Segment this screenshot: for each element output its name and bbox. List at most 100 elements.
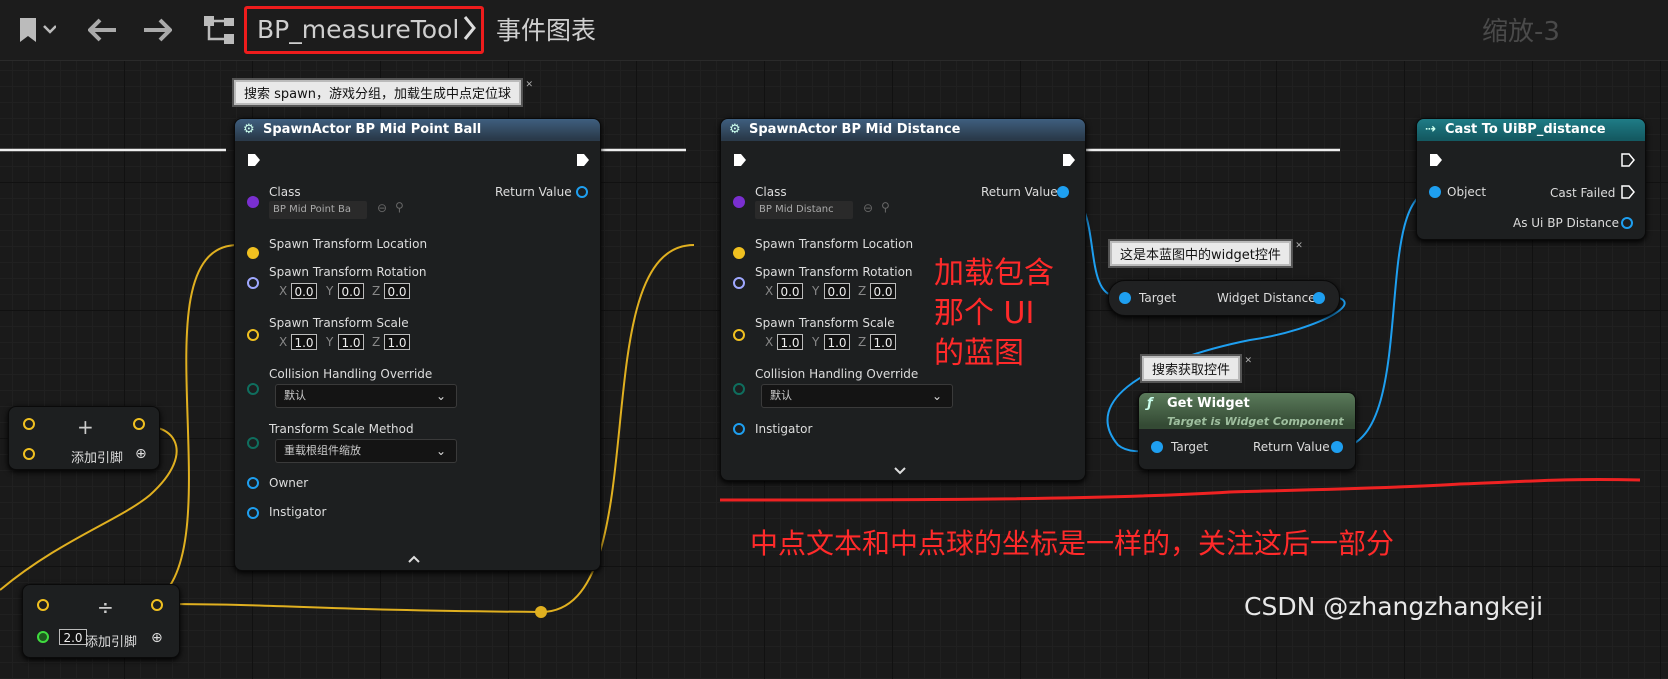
class-dropdown[interactable]: BP Mid Point Ba bbox=[269, 201, 367, 219]
target-pin[interactable] bbox=[1151, 441, 1163, 453]
node-title: SpawnActor BP Mid Distance bbox=[749, 122, 961, 137]
chevron-down-icon: ⌄ bbox=[435, 444, 446, 458]
add-input-b-pin[interactable] bbox=[23, 448, 35, 460]
instigator-pin[interactable] bbox=[733, 423, 745, 435]
rotation-z-input[interactable]: 0.0 bbox=[384, 283, 410, 299]
return-value-pin[interactable] bbox=[1057, 186, 1069, 198]
rotation-label: Spawn Transform Rotation bbox=[269, 265, 427, 279]
target-pin[interactable] bbox=[1119, 292, 1131, 304]
axis-x: X bbox=[279, 284, 288, 298]
add-pin-label[interactable]: 添加引脚 bbox=[85, 631, 137, 650]
divide-input-a-pin[interactable] bbox=[37, 599, 49, 611]
scale-z-input[interactable]: 1.0 bbox=[870, 334, 896, 350]
instigator-pin[interactable] bbox=[247, 507, 259, 519]
location-pin[interactable] bbox=[733, 247, 745, 259]
chevron-down-icon: ⌄ bbox=[435, 389, 446, 403]
rotation-x-input[interactable]: 0.0 bbox=[291, 283, 317, 299]
return-value-pin[interactable] bbox=[1331, 441, 1343, 453]
rotation-x-input[interactable]: 0.0 bbox=[777, 283, 803, 299]
scale-y-input[interactable]: 1.0 bbox=[824, 334, 850, 350]
collision-pin[interactable] bbox=[247, 383, 259, 395]
comment-widget-note[interactable]: 这是本蓝图中的widget控件 ✕ bbox=[1110, 241, 1303, 266]
comment-get-widget-note[interactable]: 搜索获取控件 ✕ bbox=[1142, 356, 1252, 381]
collision-pin[interactable] bbox=[733, 383, 745, 395]
rotation-pin[interactable] bbox=[733, 277, 745, 289]
as-result-pin[interactable] bbox=[1621, 217, 1633, 229]
csdn-watermark: CSDN @zhangzhangkeji bbox=[1244, 592, 1544, 621]
scale-method-value: 重载根组件缩放 bbox=[284, 444, 361, 457]
comment-spawn-note[interactable]: 搜索 spawn，游戏分组，加载生成中点定位球 ✕ bbox=[234, 80, 533, 105]
collapse-chevron-up-icon[interactable] bbox=[407, 549, 421, 568]
divide-value-input[interactable]: 2.0 bbox=[59, 629, 87, 645]
divide-output-pin[interactable] bbox=[151, 599, 163, 611]
scale-method-dropdown[interactable]: 重载根组件缩放 ⌄ bbox=[275, 439, 457, 463]
comment-collapse-icon[interactable]: ✕ bbox=[1295, 241, 1303, 251]
axis-y: Y bbox=[812, 284, 820, 298]
node-header[interactable]: ⇢ Cast To UiBP_distance bbox=[1417, 119, 1645, 141]
add-output-pin[interactable] bbox=[133, 418, 145, 430]
node-spawnactor-midpoint-ball[interactable]: ⚙ SpawnActor BP Mid Point Ball Class BP … bbox=[234, 118, 601, 571]
rotation-z-input[interactable]: 0.0 bbox=[870, 283, 896, 299]
add-symbol: + bbox=[77, 415, 94, 439]
add-pin-plus-icon[interactable]: ⊕ bbox=[135, 446, 147, 462]
scale-y-input[interactable]: 1.0 bbox=[338, 334, 364, 350]
spawn-actor-icon: ⚙ bbox=[243, 122, 255, 137]
owner-pin[interactable] bbox=[247, 477, 259, 489]
location-pin[interactable] bbox=[247, 247, 259, 259]
expand-chevron-down-icon[interactable] bbox=[893, 461, 907, 480]
node-get-widget[interactable]: ƒ Get Widget Target is Widget Component … bbox=[1138, 392, 1356, 470]
node-divide[interactable]: ÷ 2.0 添加引脚 ⊕ bbox=[22, 584, 180, 658]
object-pin[interactable] bbox=[1429, 186, 1441, 198]
rotation-y-input[interactable]: 0.0 bbox=[338, 283, 364, 299]
add-input-a-pin[interactable] bbox=[23, 418, 35, 430]
node-title: Get Widget bbox=[1167, 396, 1250, 411]
node-header[interactable]: ⚙ SpawnActor BP Mid Distance bbox=[721, 119, 1085, 141]
scale-method-label: Transform Scale Method bbox=[269, 422, 414, 436]
node-widget-distance-getter[interactable]: Target Widget Distance bbox=[1108, 280, 1340, 316]
comment-collapse-icon[interactable]: ✕ bbox=[525, 80, 533, 90]
node-title: Cast To UiBP_distance bbox=[1445, 122, 1606, 137]
node-header[interactable]: ƒ Get Widget Target is Widget Component bbox=[1139, 393, 1355, 429]
browse-arrow-icon[interactable]: ⊖ bbox=[863, 201, 873, 215]
rotation-pin[interactable] bbox=[247, 277, 259, 289]
axis-z: Z bbox=[372, 335, 381, 349]
spawn-actor-icon: ⚙ bbox=[729, 122, 741, 137]
search-icon[interactable]: ⚲ bbox=[881, 200, 890, 214]
return-value-label: Return Value bbox=[981, 185, 1058, 199]
node-cast-to-uibp-distance[interactable]: ⇢ Cast To UiBP_distance Object Cast Fail… bbox=[1416, 118, 1646, 240]
add-pin-label[interactable]: 添加引脚 bbox=[71, 447, 123, 466]
scale-x-input[interactable]: 1.0 bbox=[291, 334, 317, 350]
browse-arrow-icon[interactable]: ⊖ bbox=[377, 201, 387, 215]
collision-dropdown[interactable]: 默认 ⌄ bbox=[275, 384, 457, 408]
comment-collapse-icon[interactable]: ✕ bbox=[1244, 356, 1252, 366]
divide-symbol: ÷ bbox=[97, 595, 114, 619]
target-label: Target bbox=[1139, 291, 1177, 305]
location-label: Spawn Transform Location bbox=[755, 237, 914, 251]
axis-z: Z bbox=[858, 335, 867, 349]
annotation-blueprint-note: 加载包含 那个 UI 的蓝图 bbox=[934, 254, 1054, 374]
scale-pin[interactable] bbox=[247, 329, 259, 341]
class-pin[interactable] bbox=[733, 196, 745, 208]
scale-z-input[interactable]: 1.0 bbox=[384, 334, 410, 350]
node-header[interactable]: ⚙ SpawnActor BP Mid Point Ball bbox=[235, 119, 600, 141]
annotation-line-3: 的蓝图 bbox=[934, 336, 1024, 371]
collision-dropdown[interactable]: 默认 ⌄ bbox=[761, 384, 953, 408]
rotation-y-input[interactable]: 0.0 bbox=[824, 283, 850, 299]
axis-x: X bbox=[765, 335, 774, 349]
collision-value: 默认 bbox=[770, 389, 792, 402]
class-dropdown[interactable]: BP Mid Distanc bbox=[755, 201, 853, 219]
return-value-pin[interactable] bbox=[576, 186, 588, 198]
scale-method-pin[interactable] bbox=[247, 437, 259, 449]
widget-distance-pin[interactable] bbox=[1313, 292, 1325, 304]
as-result-label: As Ui BP Distance bbox=[1513, 216, 1619, 230]
scale-x-input[interactable]: 1.0 bbox=[777, 334, 803, 350]
function-icon: ƒ bbox=[1147, 396, 1153, 411]
add-pin-plus-icon[interactable]: ⊕ bbox=[151, 630, 163, 646]
search-icon[interactable]: ⚲ bbox=[395, 200, 404, 214]
class-pin[interactable] bbox=[247, 196, 259, 208]
divide-input-b-pin[interactable] bbox=[37, 631, 49, 643]
node-add[interactable]: + 添加引脚 ⊕ bbox=[8, 406, 160, 470]
comment-get-widget-text: 搜索获取控件 bbox=[1152, 363, 1231, 378]
scale-pin[interactable] bbox=[733, 329, 745, 341]
node-subtitle: Target is Widget Component bbox=[1167, 415, 1344, 428]
